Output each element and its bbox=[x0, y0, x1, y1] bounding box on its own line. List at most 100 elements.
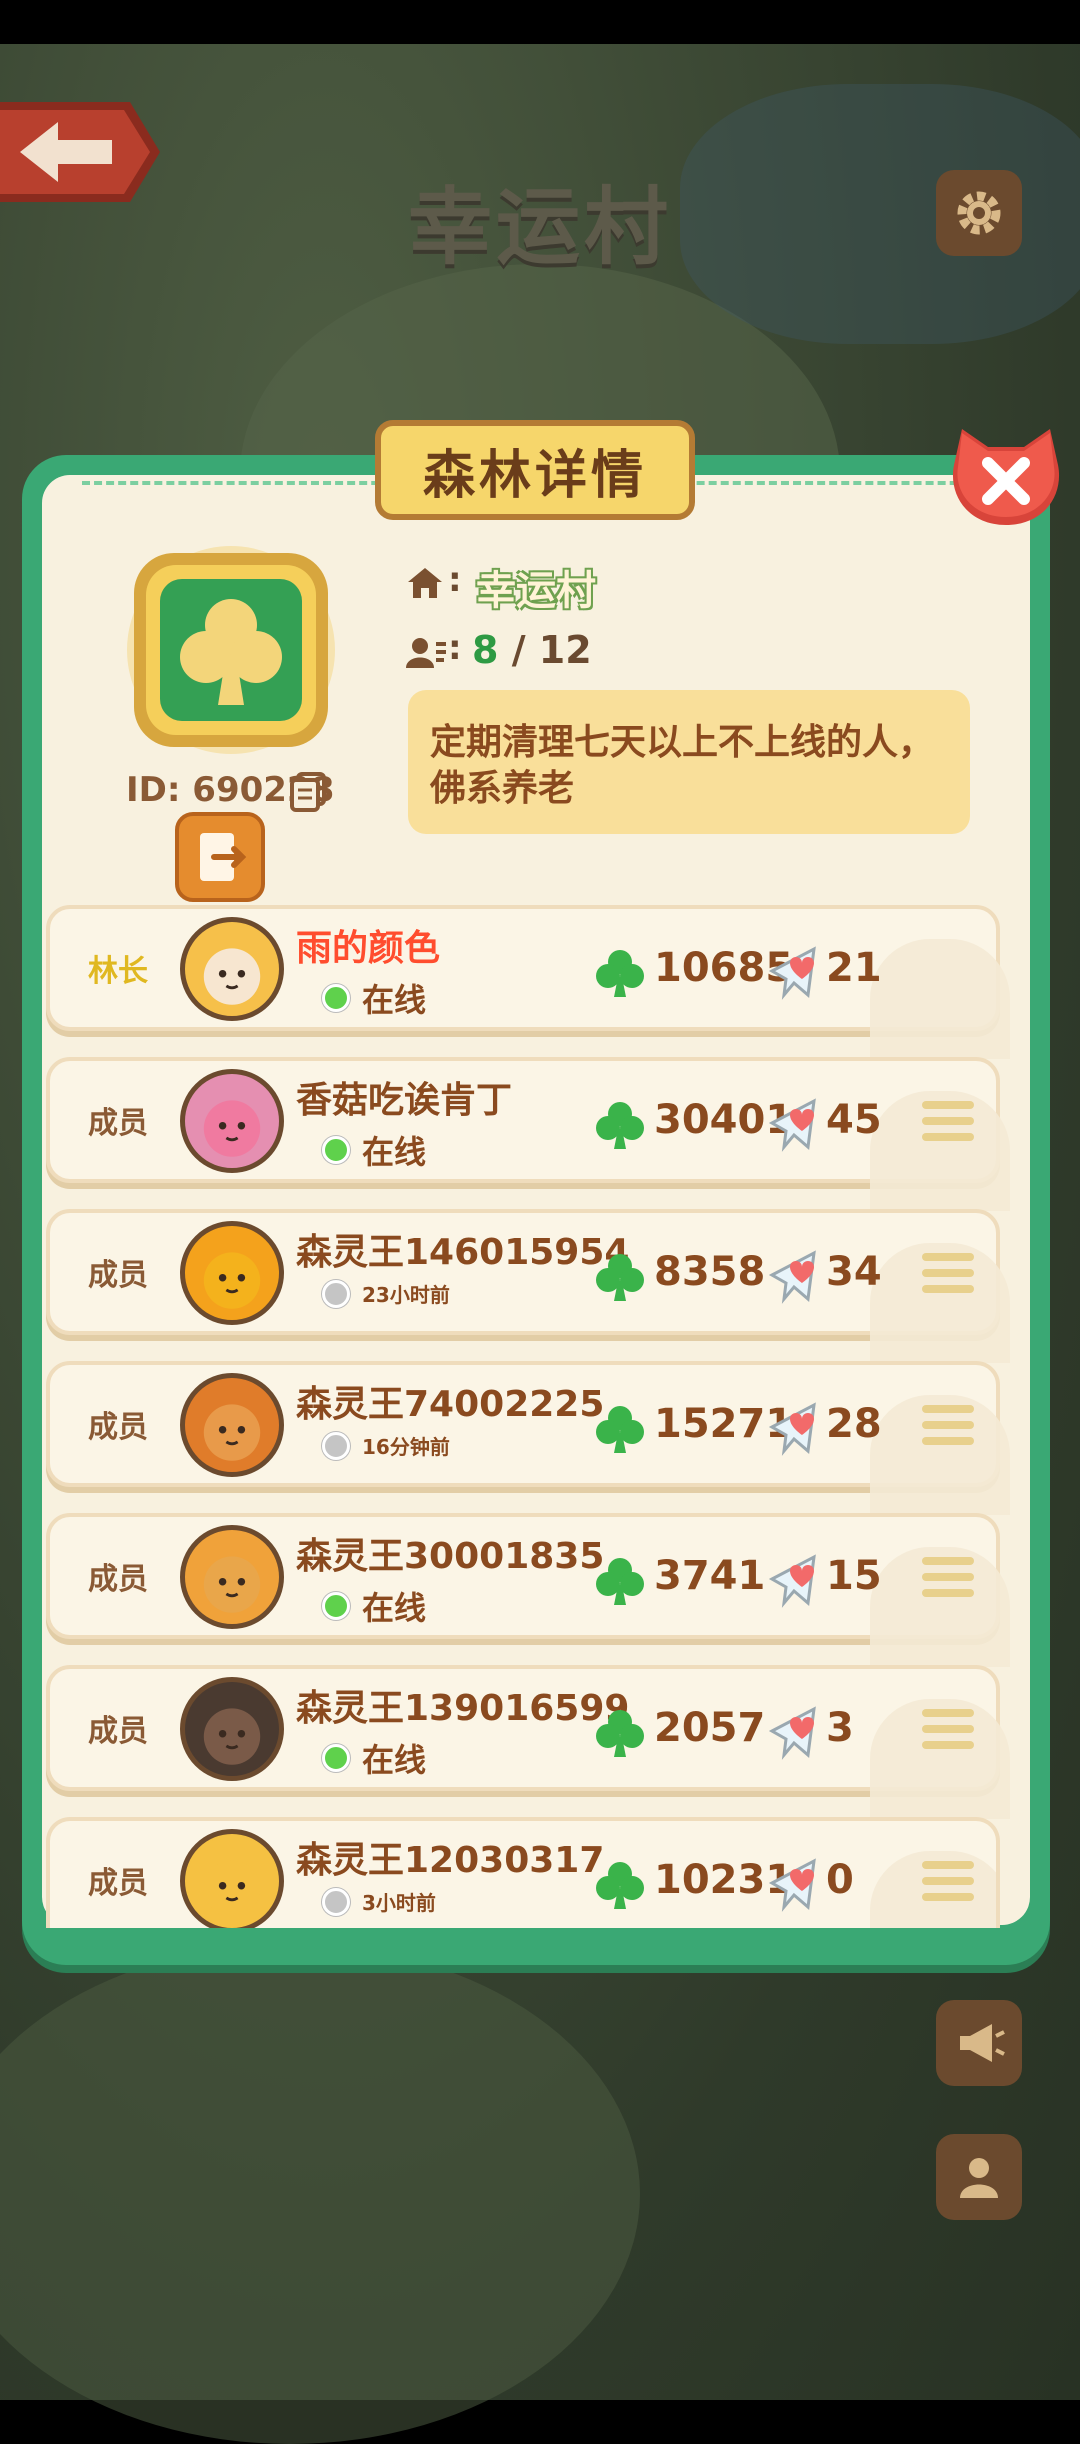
member-avatar[interactable] bbox=[180, 1069, 284, 1173]
member-role: 成员 bbox=[88, 1106, 148, 1141]
menu-icon[interactable] bbox=[922, 1101, 974, 1145]
member-row[interactable]: 成员 森灵王146015954 23小时前 8358 34 bbox=[46, 1209, 1010, 1363]
member-status: 在线 bbox=[322, 975, 426, 1021]
member-name: 森灵王12030317 bbox=[296, 1840, 605, 1881]
status-text: 在线 bbox=[362, 1133, 427, 1171]
member-status: 3小时前 bbox=[322, 1887, 436, 1916]
status-dot bbox=[322, 1431, 350, 1460]
ghost-decoration bbox=[870, 939, 1010, 1059]
profile-button[interactable] bbox=[936, 2134, 1022, 2220]
announce-button[interactable] bbox=[936, 2000, 1022, 2086]
member-avatar[interactable] bbox=[180, 1829, 284, 1928]
home-icon bbox=[406, 566, 444, 600]
member-row[interactable]: 成员 森灵王30001835 在线 3741 15 bbox=[46, 1513, 1010, 1667]
member-score: 3741 bbox=[654, 1553, 766, 1599]
copy-icon[interactable] bbox=[288, 770, 330, 812]
colon: : bbox=[448, 628, 462, 668]
menu-icon[interactable] bbox=[922, 1557, 974, 1601]
member-row[interactable]: 成员 森灵王12030317 3小时前 10231 0 bbox=[46, 1817, 1000, 1928]
clover-emblem-icon bbox=[127, 546, 335, 754]
settings-button[interactable] bbox=[936, 170, 1022, 256]
back-arrow-icon bbox=[0, 102, 160, 202]
clover-icon bbox=[594, 1859, 646, 1911]
member-avatar[interactable] bbox=[180, 1221, 284, 1325]
gear-icon bbox=[957, 191, 1001, 235]
status-text: 在线 bbox=[362, 1741, 427, 1779]
member-row[interactable]: 林长 雨的颜色 在线 10685 21 bbox=[46, 905, 1010, 1059]
menu-icon[interactable] bbox=[922, 1405, 974, 1449]
forest-emblem bbox=[126, 545, 336, 755]
member-role: 成员 bbox=[88, 1866, 148, 1901]
heart-icon[interactable] bbox=[768, 1401, 826, 1457]
close-button[interactable] bbox=[948, 425, 1064, 531]
member-name: 森灵王146015954 bbox=[296, 1232, 630, 1273]
members-icon bbox=[406, 636, 448, 670]
member-likes: 0 bbox=[826, 1857, 854, 1903]
forest-notice: 定期清理七天以上不上线的人，佛系养老 bbox=[408, 690, 970, 834]
member-avatar[interactable] bbox=[180, 1373, 284, 1477]
member-name: 森灵王139016599 bbox=[296, 1688, 630, 1729]
clover-icon bbox=[594, 1707, 646, 1759]
member-row[interactable]: 成员 森灵王139016599 在线 2057 3 bbox=[46, 1665, 1010, 1819]
member-status: 16分钟前 bbox=[322, 1431, 450, 1460]
clover-icon bbox=[594, 1251, 646, 1303]
member-avatar[interactable] bbox=[180, 1677, 284, 1781]
member-row[interactable]: 成员 香菇吃诶肯丁 在线 30401 45 bbox=[46, 1057, 1010, 1211]
status-text: 3小时前 bbox=[362, 1891, 436, 1915]
member-name: 香菇吃诶肯丁 bbox=[296, 1080, 513, 1121]
member-avatar[interactable] bbox=[180, 1525, 284, 1629]
member-likes: 28 bbox=[826, 1401, 882, 1447]
member-likes: 21 bbox=[826, 945, 882, 991]
clover-icon bbox=[594, 1099, 646, 1151]
member-role: 成员 bbox=[88, 1410, 148, 1445]
status-dot bbox=[322, 1592, 350, 1620]
member-likes: 15 bbox=[826, 1553, 882, 1599]
heart-icon[interactable] bbox=[768, 945, 826, 1001]
exit-forest-button[interactable] bbox=[175, 812, 265, 902]
heart-icon[interactable] bbox=[768, 1553, 826, 1609]
member-count-max: / 12 bbox=[511, 628, 592, 672]
member-row[interactable]: 成员 森灵王74002225 16分钟前 15271 28 bbox=[46, 1361, 1010, 1515]
clover-icon bbox=[594, 947, 646, 999]
member-role: 成员 bbox=[88, 1562, 148, 1597]
village-name: 幸运村 bbox=[476, 568, 596, 614]
member-name: 森灵王30001835 bbox=[296, 1536, 605, 1577]
status-bar bbox=[0, 0, 1080, 44]
menu-icon[interactable] bbox=[922, 1253, 974, 1297]
status-dot bbox=[322, 1744, 350, 1772]
member-likes: 34 bbox=[826, 1249, 882, 1295]
dialog-title: 森林详情 bbox=[375, 420, 695, 520]
heart-icon[interactable] bbox=[768, 1249, 826, 1305]
member-role: 林长 bbox=[88, 954, 148, 989]
status-text: 在线 bbox=[362, 981, 427, 1019]
member-score: 2057 bbox=[654, 1705, 766, 1751]
member-avatar[interactable] bbox=[180, 917, 284, 1021]
status-dot bbox=[322, 1279, 350, 1308]
member-status: 23小时前 bbox=[322, 1279, 450, 1308]
status-dot bbox=[322, 984, 350, 1012]
menu-icon[interactable] bbox=[922, 1861, 974, 1905]
member-count: 8 / 12 bbox=[472, 628, 592, 672]
profile-card-icon bbox=[960, 2158, 998, 2198]
member-count-current: 8 bbox=[472, 628, 499, 672]
heart-icon[interactable] bbox=[768, 1705, 826, 1761]
menu-icon[interactable] bbox=[922, 1709, 974, 1753]
village-title: 幸运村 bbox=[407, 178, 672, 276]
close-icon bbox=[952, 429, 1060, 525]
member-status: 在线 bbox=[322, 1583, 426, 1629]
heart-icon[interactable] bbox=[768, 1097, 826, 1153]
member-status: 在线 bbox=[322, 1735, 426, 1781]
megaphone-icon bbox=[960, 2024, 1005, 2062]
clover-icon bbox=[594, 1555, 646, 1607]
status-dot bbox=[322, 1136, 350, 1164]
back-button[interactable] bbox=[0, 92, 160, 212]
status-text: 16分钟前 bbox=[362, 1435, 450, 1459]
status-dot bbox=[322, 1887, 350, 1916]
exit-icon bbox=[200, 833, 247, 881]
member-role: 成员 bbox=[88, 1714, 148, 1749]
member-name: 雨的颜色 bbox=[296, 928, 441, 969]
clover-icon bbox=[594, 1403, 646, 1455]
member-score: 8358 bbox=[654, 1249, 766, 1295]
member-likes: 45 bbox=[826, 1097, 882, 1143]
heart-icon[interactable] bbox=[768, 1857, 826, 1913]
